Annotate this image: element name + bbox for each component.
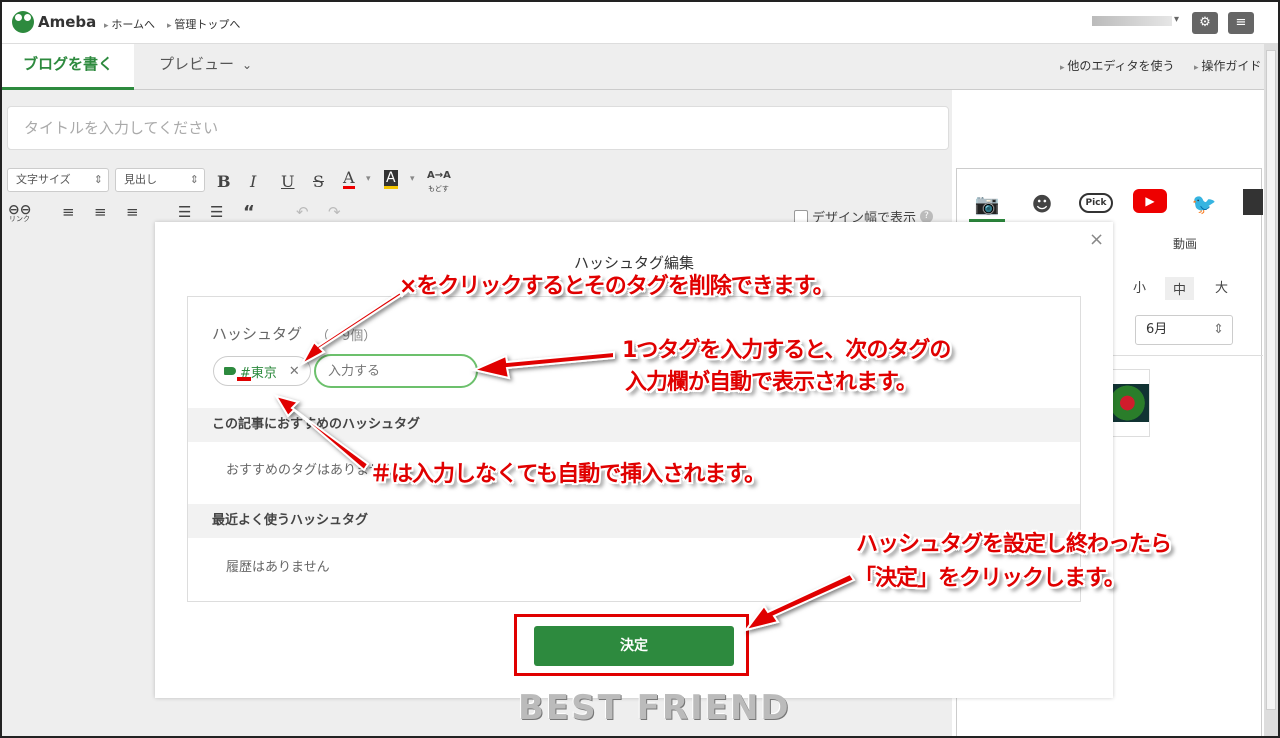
remove-tag-icon[interactable]: ✕	[289, 364, 300, 379]
hashtag-count: （ 9個）	[316, 329, 377, 344]
background-color-icon[interactable]: A	[384, 170, 398, 189]
frog-logo-icon	[12, 11, 34, 33]
pick-icon[interactable]: Pick	[1079, 193, 1113, 213]
twitter-icon[interactable]: 🐦	[1189, 189, 1219, 219]
strikethrough-icon[interactable]: S	[313, 172, 324, 191]
youtube-icon[interactable]: ▶	[1133, 189, 1167, 213]
hashtag-label: ハッシュタグ	[212, 325, 303, 343]
decide-highlight-box	[514, 614, 749, 676]
tab-preview-label: プレビュー	[159, 55, 235, 73]
home-link[interactable]: ホームへ	[104, 16, 155, 32]
emoji-icon[interactable]: ☻	[1027, 189, 1057, 219]
tab-preview[interactable]: プレビュー ⌄	[159, 44, 252, 90]
best-friend-watermark: BEST FRIEND	[518, 688, 791, 728]
italic-icon[interactable]: I	[250, 172, 256, 191]
annotation-finish-line1: ハッシュタグを設定し終わったら	[856, 532, 1172, 557]
image-thumbnail[interactable]	[1112, 369, 1150, 437]
admin-top-link[interactable]: 管理トップへ	[167, 16, 240, 32]
more-tools-icon[interactable]	[1243, 189, 1263, 215]
text-color-dropdown-icon[interactable]: ▾	[366, 174, 371, 184]
bullet-list-icon[interactable]: ☰	[178, 203, 191, 221]
modal-title: ハッシュタグ編集	[573, 254, 694, 272]
tab-row: ブログを書く プレビュー ⌄ 他のエディタを使う 操作ガイド	[2, 44, 1278, 90]
top-bar: Ameba ホームへ 管理トップへ ▾ ⚙ ≡	[2, 2, 1278, 44]
tag-icon	[224, 367, 236, 375]
month-select[interactable]: 6月	[1135, 315, 1233, 345]
menu-icon[interactable]: ≡	[1228, 12, 1254, 34]
video-label: 動画	[1173, 237, 1198, 251]
close-icon[interactable]: ×	[1089, 229, 1104, 250]
brand-name: Ameba	[38, 13, 97, 31]
chevron-down-icon: ⌄	[242, 58, 253, 72]
gear-icon[interactable]: ⚙	[1192, 12, 1218, 34]
camera-icon[interactable]: 📷	[972, 189, 1002, 219]
annotation-next-input-line2: 入力欄が自動で表示されます。	[625, 370, 918, 395]
annotation-finish-line2: 「決定」をクリックします。	[854, 566, 1126, 591]
clear-format-label: もどす	[428, 185, 449, 193]
align-right-icon[interactable]: ≡	[126, 203, 139, 221]
flower-image	[1113, 384, 1149, 422]
link-label: リンク	[9, 215, 30, 223]
underline-icon[interactable]: U	[281, 172, 294, 191]
quote-icon[interactable]: “	[243, 202, 255, 223]
numbered-list-icon[interactable]: ☰	[210, 203, 223, 221]
page-scrollbar[interactable]	[1264, 44, 1278, 736]
annotation-delete-note: ×をクリックするとそのタグを削除できます。	[399, 274, 835, 299]
bold-icon[interactable]: B	[217, 172, 231, 191]
recommended-header: この記事におすすめのハッシュタグ	[188, 408, 1080, 442]
background-color-dropdown-icon[interactable]: ▾	[410, 174, 415, 184]
align-center-icon[interactable]: ≡	[94, 203, 107, 221]
annotation-hash-note: ＃は入力しなくても自動で挿入されます。	[370, 462, 766, 487]
operation-guide-link[interactable]: 操作ガイド	[1194, 57, 1261, 74]
other-editor-link[interactable]: 他のエディタを使う	[1060, 57, 1174, 74]
clear-format-icon[interactable]: A→A	[427, 170, 451, 181]
user-dropdown-icon[interactable]: ▾	[1174, 14, 1179, 25]
hash-underline-marker	[237, 377, 251, 381]
title-input[interactable]: タイトルを入力してください	[7, 106, 949, 150]
screenshot-frame: Ameba ホームへ 管理トップへ ▾ ⚙ ≡ ブログを書く プレビュー ⌄ 他の…	[0, 0, 1280, 738]
size-large[interactable]: 大	[1215, 277, 1228, 296]
redo-icon[interactable]: ↷	[328, 203, 341, 221]
text-color-icon[interactable]: A	[343, 170, 355, 189]
size-medium[interactable]: 中	[1165, 277, 1195, 300]
align-left-icon[interactable]: ≡	[62, 203, 75, 221]
size-small[interactable]: 小	[1133, 277, 1146, 296]
undo-icon[interactable]: ↶	[296, 203, 309, 221]
ameba-logo[interactable]: Ameba	[12, 11, 96, 33]
hashtag-chip: #東京 ✕	[213, 356, 311, 386]
font-size-select[interactable]: 文字サイズ	[7, 168, 109, 192]
hashtag-input[interactable]	[314, 354, 478, 388]
tab-write-blog[interactable]: ブログを書く	[2, 44, 134, 90]
scrollbar-thumb[interactable]	[1266, 50, 1276, 710]
annotation-next-input-line1: 1つタグを入力すると、次のタグの	[622, 338, 951, 363]
user-name-blurred[interactable]	[1092, 16, 1172, 26]
recent-empty-text: 履歴はありません	[226, 560, 330, 575]
heading-select[interactable]: 見出し	[115, 168, 205, 192]
